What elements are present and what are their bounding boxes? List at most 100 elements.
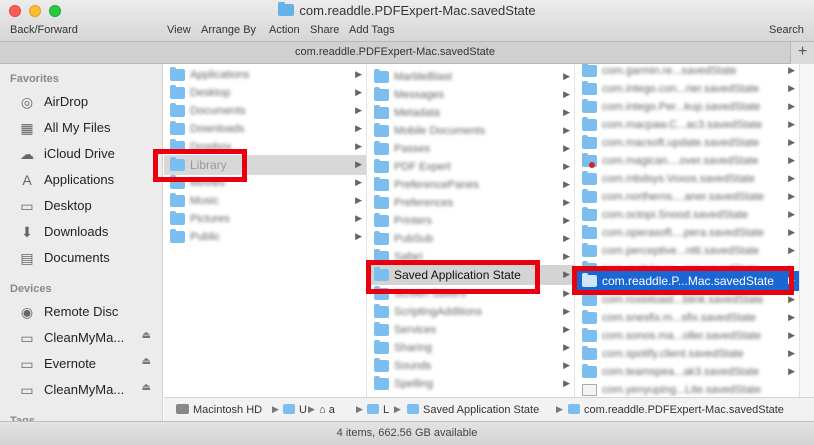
disc-icon: ◉ bbox=[20, 304, 34, 320]
path-item-saved-application-state[interactable]: Saved Application State bbox=[407, 404, 539, 416]
list-item[interactable]: Metadata ▶ bbox=[368, 104, 574, 122]
list-item[interactable]: Documents ▶ bbox=[164, 102, 366, 120]
view-button[interactable]: View bbox=[167, 24, 191, 36]
list-item-saved-application-state[interactable]: Saved Application State ▶ bbox=[368, 265, 574, 285]
chevron-right-icon: ▶ bbox=[563, 378, 570, 388]
list-item[interactable]: ScriptingAdditions ▶ bbox=[368, 303, 574, 321]
search-button[interactable]: Search bbox=[769, 24, 804, 36]
list-item[interactable]: Screen Savers ▶ bbox=[368, 285, 574, 303]
new-tab-button[interactable]: + bbox=[790, 42, 814, 64]
chevron-right-icon: ▶ bbox=[563, 233, 570, 243]
list-item[interactable]: Spelling ▶ bbox=[368, 375, 574, 393]
eject-icon[interactable]: ⏏ bbox=[142, 330, 151, 341]
sidebar-item-downloads[interactable]: ⬇ Downloads bbox=[0, 220, 162, 244]
folder-icon bbox=[582, 273, 597, 287]
folder-icon bbox=[582, 364, 597, 378]
list-item[interactable]: Pictures ▶ bbox=[164, 210, 366, 228]
list-item[interactable]: MarbleBlast ▶ bbox=[368, 68, 574, 86]
list-item[interactable]: com.garmin.re...savedState ▶ bbox=[576, 64, 799, 80]
path-item-readdle-saved-state[interactable]: com.readdle.PDFExpert-Mac.savedState bbox=[568, 404, 784, 416]
folder-icon bbox=[170, 175, 185, 189]
sidebar-item-icloud-drive[interactable]: ☁ iCloud Drive bbox=[0, 142, 162, 166]
list-item[interactable]: com.teamspea...ak3.savedState ▶ bbox=[576, 363, 799, 381]
back-forward-button[interactable]: Back/Forward bbox=[10, 24, 78, 36]
folder-icon bbox=[582, 328, 597, 342]
list-item[interactable]: com.intego.Per...kup.savedState ▶ bbox=[576, 98, 799, 116]
list-item[interactable]: com.macpaw.C...ac3.savedState ▶ bbox=[576, 116, 799, 134]
chevron-right-icon: ▶ bbox=[563, 161, 570, 171]
list-item[interactable]: PreferencePanes ▶ bbox=[368, 176, 574, 194]
list-item[interactable]: Desktop ▶ bbox=[164, 84, 366, 102]
sidebar-item-cleanmymac-2[interactable]: ▭ CleanMyMa... ⏏ bbox=[0, 378, 162, 402]
path-item-home[interactable]: ⌂ a bbox=[319, 404, 335, 416]
chevron-right-icon: ▶ bbox=[563, 71, 570, 81]
path-item-library[interactable]: L bbox=[367, 404, 389, 416]
folder-icon bbox=[374, 177, 389, 191]
action-button[interactable]: Action bbox=[269, 24, 300, 36]
list-item-library[interactable]: Library ▶ bbox=[164, 155, 366, 175]
list-item-readdle-saved-state[interactable]: com.readdle.P...Mac.savedState ▶ bbox=[576, 271, 799, 291]
chevron-right-icon: ▶ bbox=[563, 215, 570, 225]
list-item[interactable]: Dropbox ▶ bbox=[164, 138, 366, 156]
chevron-right-icon: ▶ bbox=[788, 191, 795, 201]
chevron-right-icon: ▶ bbox=[563, 269, 570, 279]
sidebar-item-airdrop[interactable]: ◎ AirDrop bbox=[0, 90, 162, 114]
list-item[interactable]: Services ▶ bbox=[368, 321, 574, 339]
list-item[interactable]: com.snesfix.m...sfix.savedState ▶ bbox=[576, 309, 799, 327]
sidebar-item-applications[interactable]: A Applications bbox=[0, 168, 162, 192]
list-item[interactable]: Music ▶ bbox=[164, 192, 366, 210]
path-item-users[interactable]: U bbox=[283, 404, 307, 416]
list-item[interactable]: Safari ▶ bbox=[368, 248, 574, 266]
list-item[interactable]: com.intego.con...rier.savedState ▶ bbox=[576, 80, 799, 98]
list-item[interactable]: com.roxiotoast...blink.savedState ▶ bbox=[576, 291, 799, 309]
list-item[interactable]: com.northerns....aner.savedState ▶ bbox=[576, 188, 799, 206]
eject-icon[interactable]: ⏏ bbox=[142, 356, 151, 367]
sidebar-item-all-my-files[interactable]: ▦ All My Files bbox=[0, 116, 162, 140]
path-item-macintosh-hd[interactable]: Macintosh HD bbox=[176, 404, 262, 416]
list-item[interactable]: com.operasoft....pera.savedState ▶ bbox=[576, 224, 799, 242]
sidebar-item-cleanmymac-1[interactable]: ▭ CleanMyMa... ⏏ bbox=[0, 326, 162, 350]
list-item[interactable]: com.sonos.ma...oller.savedState ▶ bbox=[576, 327, 799, 345]
folder-icon bbox=[374, 87, 389, 101]
folder-icon bbox=[374, 340, 389, 354]
list-item[interactable]: Movies ▶ bbox=[164, 174, 366, 192]
list-item[interactable]: com.yenyuping...Lite.savedState bbox=[576, 381, 799, 397]
tab-title[interactable]: com.readdle.PDFExpert-Mac.savedState bbox=[0, 46, 790, 58]
list-item[interactable]: Printers ▶ bbox=[368, 212, 574, 230]
list-item[interactable]: com.octopi.Snood.savedState ▶ bbox=[576, 206, 799, 224]
list-item[interactable]: Sounds ▶ bbox=[368, 357, 574, 375]
list-item[interactable]: Preferences ▶ bbox=[368, 194, 574, 212]
list-item[interactable]: com.spotify.client.savedState ▶ bbox=[576, 345, 799, 363]
share-button[interactable]: Share bbox=[310, 24, 339, 36]
list-item[interactable]: PDF Expert ▶ bbox=[368, 158, 574, 176]
list-item[interactable]: Sharing ▶ bbox=[368, 339, 574, 357]
sidebar-item-remote-disc[interactable]: ◉ Remote Disc bbox=[0, 300, 162, 324]
list-item[interactable]: com.macsoft.update.savedState ▶ bbox=[576, 134, 799, 152]
chevron-right-icon: ▶ bbox=[563, 251, 570, 261]
list-item[interactable]: com.perceptive...nt6.savedState ▶ bbox=[576, 242, 799, 260]
sidebar-item-documents[interactable]: ▤ Documents bbox=[0, 246, 162, 270]
list-item[interactable]: Public ▶ bbox=[164, 228, 366, 246]
column-home: Applications ▶ Desktop ▶ Documents ▶ Downlo… bbox=[164, 64, 367, 397]
folder-icon bbox=[568, 404, 580, 414]
list-item[interactable]: PubSub ▶ bbox=[368, 230, 574, 248]
sidebar-item-desktop[interactable]: ▭ Desktop bbox=[0, 194, 162, 218]
sidebar: Favorites ◎ AirDrop ▦ All My Files ☁ iCl… bbox=[0, 64, 163, 425]
add-tags-button[interactable]: Add Tags bbox=[349, 24, 395, 36]
folder-icon bbox=[374, 304, 389, 318]
list-item[interactable]: Downloads ▶ bbox=[164, 120, 366, 138]
list-item[interactable]: Applications ▶ bbox=[164, 66, 366, 84]
list-item[interactable]: Messages ▶ bbox=[368, 86, 574, 104]
folder-icon bbox=[582, 99, 597, 113]
sidebar-item-evernote[interactable]: ▭ Evernote ⏏ bbox=[0, 352, 162, 376]
folder-icon bbox=[170, 229, 185, 243]
list-item[interactable]: Passes ▶ bbox=[368, 140, 574, 158]
eject-icon[interactable]: ⏏ bbox=[142, 382, 151, 393]
arrange-by-button[interactable]: Arrange By bbox=[201, 24, 256, 36]
list-item[interactable]: com.magican....over.savedState ▶ bbox=[576, 152, 799, 170]
list-item[interactable]: Mobile Documents ▶ bbox=[368, 122, 574, 140]
folder-icon bbox=[582, 207, 597, 221]
list-item[interactable]: com.mbdsys.Voxos.savedState ▶ bbox=[576, 170, 799, 188]
home-icon: ⌂ bbox=[319, 404, 329, 416]
chevron-right-icon: ▶ bbox=[788, 155, 795, 165]
